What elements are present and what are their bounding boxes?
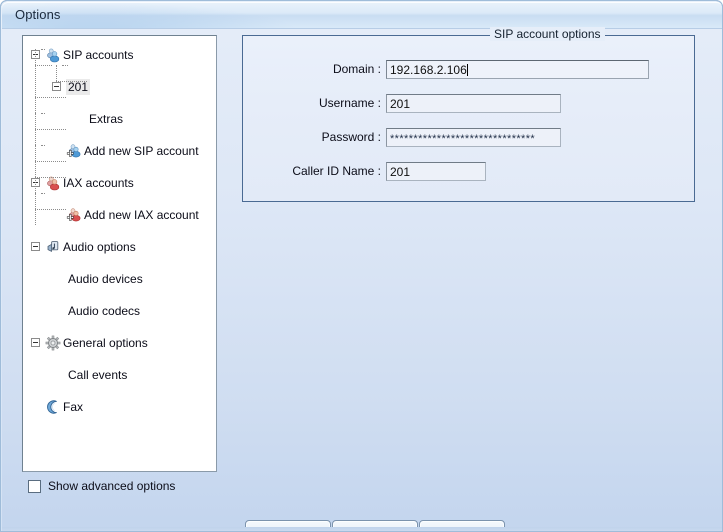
- tree-item-audio-options[interactable]: Audio options: [23, 239, 216, 255]
- tree-item-fax[interactable]: Fax: [23, 399, 216, 415]
- tree-item-label: Audio devices: [68, 272, 143, 286]
- fax-moon-icon: [45, 399, 61, 415]
- tree-item-general-options[interactable]: General options: [23, 335, 216, 351]
- dialog-bottom-strip: [2, 527, 722, 531]
- caller-id-name-value: 201: [390, 165, 411, 179]
- options-tree-panel[interactable]: SIP accounts 201 Extras Add new SIP account…: [22, 35, 217, 472]
- tree-item-audio-codecs[interactable]: Audio codecs: [23, 303, 216, 319]
- options-tree[interactable]: SIP accounts 201 Extras Add new SIP account…: [23, 36, 216, 414]
- tree-item-label: Audio options: [63, 240, 136, 254]
- tree-connector-lines: [23, 36, 216, 234]
- sip-account-options-groupbox: Domain : 192.168.2.106 Username : 201 Passwo…: [242, 35, 695, 202]
- show-advanced-options-checkbox[interactable]: [28, 480, 41, 493]
- tree-item-call-events[interactable]: Call events: [23, 367, 216, 383]
- tree-expander-audio-options[interactable]: [31, 242, 40, 251]
- caller-id-name-label: Caller ID Name :: [292, 164, 381, 178]
- tree-item-audio-devices[interactable]: Audio devices: [23, 271, 216, 287]
- password-label: Password :: [321, 130, 381, 144]
- gear-icon: [45, 335, 61, 351]
- tree-item-label: Audio codecs: [68, 304, 141, 318]
- username-value: 201: [390, 97, 411, 111]
- tree-item-label: General options: [63, 336, 148, 350]
- groupbox-legend: SIP account options: [490, 27, 605, 41]
- caller-id-name-input[interactable]: 201: [386, 162, 486, 181]
- title-bar[interactable]: Options: [2, 2, 722, 28]
- speaker-note-icon: [45, 239, 61, 255]
- options-dialog-window: Options SIP accounts 201 Extras Add new SIP…: [0, 0, 723, 532]
- tree-expander-general-options[interactable]: [31, 338, 40, 347]
- text-caret: [466, 64, 468, 76]
- password-input[interactable]: *******************************: [386, 128, 561, 147]
- domain-value: 192.168.2.106: [390, 63, 467, 77]
- domain-input[interactable]: 192.168.2.106: [386, 60, 649, 79]
- tree-item-label: Fax: [63, 400, 84, 414]
- domain-label: Domain :: [332, 62, 381, 76]
- username-input[interactable]: 201: [386, 94, 561, 113]
- show-advanced-options-label: Show advanced options: [48, 479, 176, 493]
- window-title: Options: [15, 7, 61, 22]
- username-label: Username :: [318, 96, 381, 110]
- dialog-body: SIP accounts 201 Extras Add new SIP account…: [2, 27, 722, 531]
- password-value: *******************************: [390, 133, 536, 145]
- tree-item-label: Call events: [68, 368, 128, 382]
